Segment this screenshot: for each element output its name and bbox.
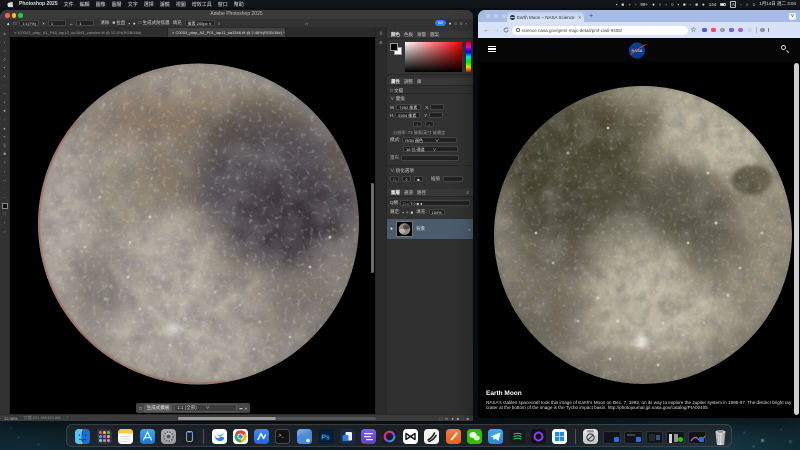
svg-text:Ps: Ps: [321, 435, 330, 442]
svg-text:>_: >_: [278, 433, 285, 439]
